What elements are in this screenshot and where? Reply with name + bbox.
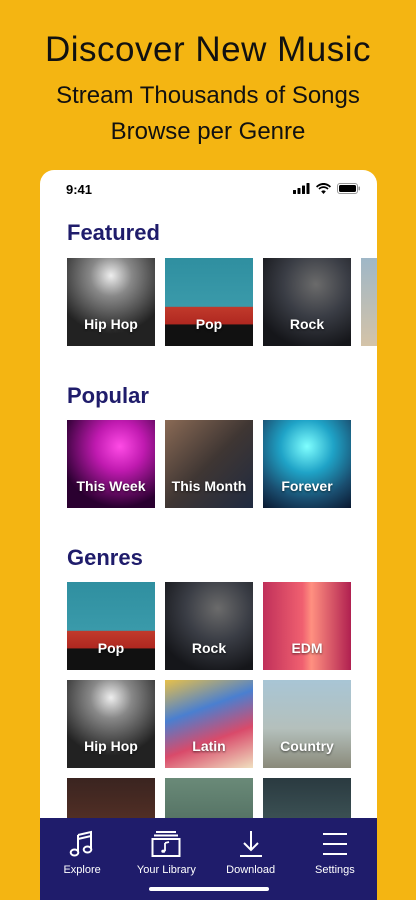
tile-label: Hip Hop <box>84 316 138 332</box>
featured-tile-next-peek[interactable] <box>361 258 377 346</box>
tab-your-library[interactable]: Your Library <box>126 830 206 876</box>
library-icon <box>151 831 181 857</box>
featured-tile-hip-hop[interactable]: Hip Hop <box>67 258 155 346</box>
tile-label: Forever <box>281 478 333 494</box>
tile-label: Hip Hop <box>84 738 138 754</box>
tab-explore[interactable]: Explore <box>42 830 122 876</box>
status-icons <box>293 183 361 194</box>
popular-tile-this-month[interactable]: This Month <box>165 420 253 508</box>
tab-label: Settings <box>315 864 355 876</box>
tab-settings[interactable]: Settings <box>295 830 375 876</box>
featured-row: Hip Hop Pop Rock <box>67 258 377 346</box>
promo-subtitle: Stream Thousands of Songs <box>56 82 360 109</box>
featured-tile-rock[interactable]: Rock <box>263 258 351 346</box>
status-time: 9:41 <box>66 182 93 197</box>
download-icon <box>239 831 262 857</box>
popular-tile-this-week[interactable]: This Week <box>67 420 155 508</box>
music-note-icon <box>69 830 93 857</box>
tile-label: Rock <box>191 640 227 656</box>
status-bar: 9:41 <box>40 170 377 208</box>
cellular-signal-icon <box>293 183 310 194</box>
popular-tile-forever[interactable]: Forever <box>263 420 351 508</box>
featured-title: Featured <box>67 220 160 245</box>
genres-row-1: Pop Rock EDM <box>67 582 351 670</box>
tab-label: Explore <box>63 864 101 876</box>
genre-tile-edm[interactable]: EDM <box>263 582 351 670</box>
battery-icon <box>337 183 360 194</box>
menu-icon <box>322 833 347 855</box>
phone-screen: 9:41 Featured Hip Hop Pop Rock Popular T… <box>40 170 377 900</box>
tile-label: Country <box>280 738 334 754</box>
genre-tile-country[interactable]: Country <box>263 680 351 768</box>
tile-label: This Month <box>171 478 247 494</box>
promo-title: Discover New Music <box>45 30 371 69</box>
tile-label: Rock <box>289 316 325 332</box>
tile-label: This Week <box>76 478 146 494</box>
tile-label: Latin <box>192 738 226 754</box>
genres-title: Genres <box>67 545 143 570</box>
genre-tile-hip-hop[interactable]: Hip Hop <box>67 680 155 768</box>
genre-tile-pop[interactable]: Pop <box>67 582 155 670</box>
popular-row: This Week This Month Forever <box>67 420 351 508</box>
genres-row-2: Hip Hop Latin Country <box>67 680 351 768</box>
home-indicator <box>148 887 269 891</box>
tab-label: Download <box>226 864 276 876</box>
tab-label: Your Library <box>136 864 196 876</box>
tile-label: Pop <box>97 640 125 656</box>
popular-title: Popular <box>67 383 149 408</box>
wifi-icon <box>316 183 331 194</box>
tab-bar: Explore Your Library Download Settings <box>40 818 377 900</box>
promo-subtitle-genre: Browse per Genre <box>110 118 306 145</box>
tab-download[interactable]: Download <box>211 830 291 876</box>
featured-tile-pop[interactable]: Pop <box>165 258 253 346</box>
genre-tile-latin[interactable]: Latin <box>165 680 253 768</box>
tile-label: EDM <box>291 640 323 656</box>
genre-tile-rock[interactable]: Rock <box>165 582 253 670</box>
tile-label: Pop <box>195 316 223 332</box>
